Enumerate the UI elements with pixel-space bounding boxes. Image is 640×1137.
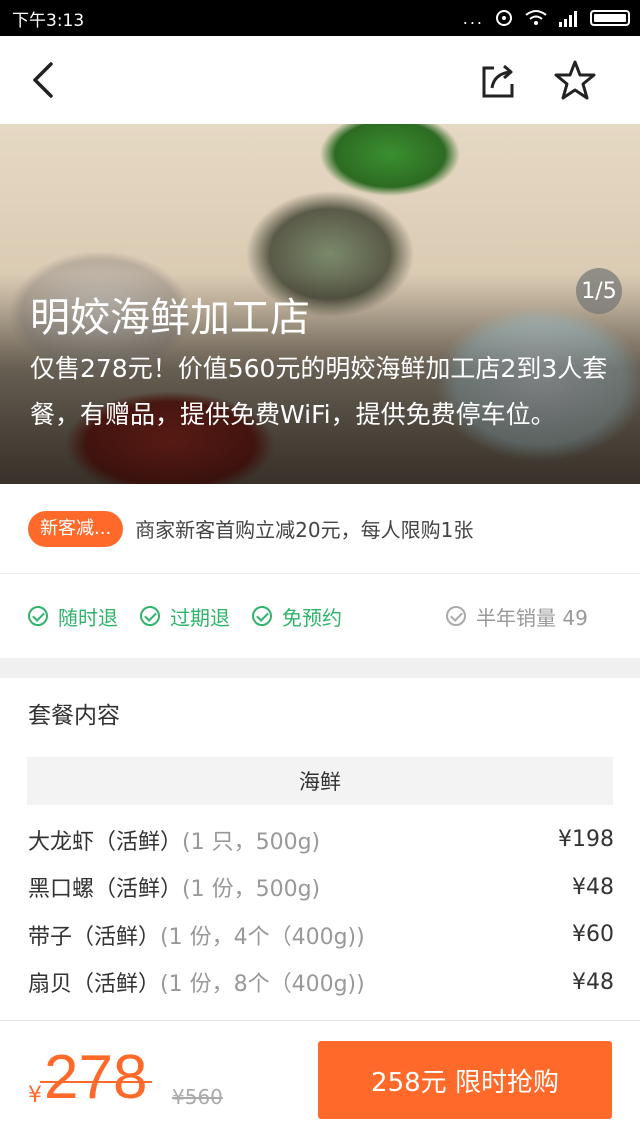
check-circle-icon bbox=[446, 606, 466, 626]
status-icons: ... bbox=[463, 8, 630, 28]
item-name: 扇贝（活鲜） bbox=[28, 972, 161, 998]
package-item-list: 大龙虾（活鲜）(1 只，500g) ¥198 黑口螺（活鲜）(1 份，500g)… bbox=[28, 816, 614, 1006]
package-category: 海鲜 bbox=[27, 757, 613, 805]
check-circle-icon bbox=[28, 606, 48, 626]
guarantee-row: 随时退 过期退 免预约 半年销量 49 bbox=[0, 574, 640, 658]
item-spec: (1 份，500g) bbox=[182, 877, 321, 903]
shop-name: 明姣海鲜加工店 bbox=[30, 295, 310, 341]
status-time: 下午3:13 bbox=[12, 10, 85, 31]
guarantee-no-reservation: 免预约 bbox=[252, 602, 342, 631]
section-divider bbox=[0, 658, 640, 678]
package-item: 扇贝（活鲜）(1 份，8个（400g)) ¥48 bbox=[28, 959, 614, 1007]
share-button[interactable] bbox=[468, 50, 528, 110]
package-item: 大龙虾（活鲜）(1 只，500g) ¥198 bbox=[28, 816, 614, 864]
guarantee-refund-expired: 过期退 bbox=[140, 602, 230, 631]
item-price: ¥198 bbox=[558, 827, 614, 853]
nav-bar bbox=[0, 36, 640, 124]
back-button[interactable] bbox=[12, 50, 72, 110]
package-item: 带子（活鲜）(1 份，4个（400g)) ¥60 bbox=[28, 911, 614, 959]
signal-icon bbox=[559, 11, 577, 27]
buy-button[interactable]: 258元 限时抢购 bbox=[318, 1041, 612, 1119]
price-strike-line bbox=[40, 1081, 152, 1083]
guarantee-label: 免预约 bbox=[282, 605, 342, 630]
item-name: 黑口螺（活鲜） bbox=[28, 877, 183, 903]
item-spec: (1 只，500g) bbox=[182, 829, 321, 855]
item-price: ¥48 bbox=[572, 874, 614, 900]
star-icon bbox=[554, 60, 596, 100]
share-icon bbox=[482, 64, 514, 98]
deal-description: 仅售278元！价值560元的明姣海鲜加工店2到3人套餐，有赠品，提供免费WiFi… bbox=[30, 354, 608, 429]
back-arrow-icon bbox=[33, 62, 53, 98]
check-circle-icon bbox=[140, 606, 160, 626]
status-bar: 下午3:13 ... bbox=[0, 0, 640, 36]
price-currency: ¥ bbox=[28, 1083, 42, 1108]
sales-count: 半年销量 49 bbox=[446, 574, 588, 658]
guarantee-label: 过期退 bbox=[170, 605, 230, 630]
promo-row[interactable]: 新客减... 商家新客首购立减20元，每人限购1张 bbox=[0, 484, 640, 574]
original-price: ¥560 bbox=[172, 1085, 223, 1109]
item-price: ¥60 bbox=[572, 922, 614, 948]
check-circle-icon bbox=[252, 606, 272, 626]
package-item: 黑口螺（活鲜）(1 份，500g) ¥48 bbox=[28, 864, 614, 912]
sales-label: 半年销量 49 bbox=[476, 605, 588, 630]
package-title: 套餐内容 bbox=[28, 703, 120, 729]
page-indicator: 1/5 bbox=[576, 268, 622, 314]
status-dots: ... bbox=[462, 8, 484, 28]
battery-icon bbox=[590, 10, 630, 26]
hotspot-icon bbox=[496, 10, 512, 26]
promo-badge: 新客减... bbox=[28, 510, 124, 547]
promo-text: 商家新客首购立减20元，每人限购1张 bbox=[135, 518, 474, 542]
item-spec: (1 份，4个（400g)) bbox=[160, 924, 365, 950]
wifi-icon bbox=[525, 10, 547, 25]
item-price: ¥48 bbox=[572, 969, 614, 995]
favorite-button[interactable] bbox=[545, 50, 605, 110]
bottom-bar: ¥ 278 ¥560 258元 限时抢购 bbox=[0, 1020, 640, 1137]
item-name: 大龙虾（活鲜） bbox=[28, 829, 183, 855]
item-name: 带子（活鲜） bbox=[28, 924, 161, 950]
current-price: 278 bbox=[44, 1043, 148, 1112]
item-spec: (1 份，8个（400g)) bbox=[160, 972, 365, 998]
guarantee-refund-anytime: 随时退 bbox=[28, 602, 118, 631]
guarantee-label: 随时退 bbox=[58, 605, 118, 630]
